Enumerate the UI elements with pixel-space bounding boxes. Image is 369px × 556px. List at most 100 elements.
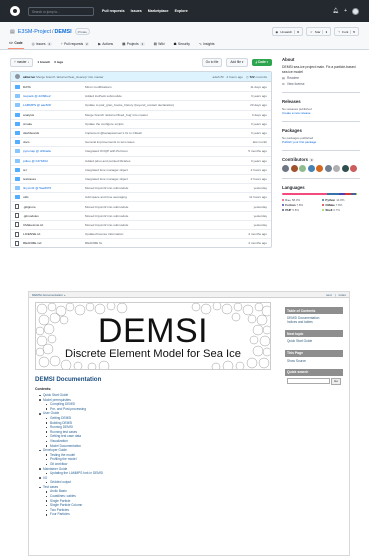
contributors-title[interactable]: Contributors 9 <box>282 157 360 163</box>
nav-marketplace[interactable]: Marketplace <box>148 9 169 13</box>
tab-wiki[interactable]: ▤ Wiki <box>153 39 166 49</box>
file-name[interactable]: utils <box>23 195 85 199</box>
file-commit-message[interactable]: Moved tinyxml2 into submodule <box>85 186 219 190</box>
publish-package-link[interactable]: Publish your first package <box>282 140 360 144</box>
file-row[interactable]: dashboards Implement @kanapetersen's fix … <box>11 127 271 137</box>
contributor-avatar[interactable] <box>290 165 298 173</box>
contributor-avatar[interactable] <box>324 165 332 173</box>
file-name[interactable]: LAMMPS @ aac6f1f <box>23 103 85 107</box>
file-commit-message[interactable]: Moved tinyxml2 into submodule <box>85 205 219 209</box>
code-download-button[interactable]: ⤓ Code ▾ <box>251 58 272 66</box>
contributor-avatar[interactable] <box>299 165 306 173</box>
file-row[interactable]: LICENSE.txt Updated license information 4 … <box>11 229 271 238</box>
commit-author-avatar[interactable] <box>15 74 20 79</box>
file-row[interactable]: analysis Merge branch 'akturner/fixed_bug… <box>11 109 271 119</box>
github-search-input[interactable]: Search or jump to... <box>28 6 94 16</box>
file-row[interactable]: DATA Minor modifications 11 days ago <box>11 82 271 91</box>
language-item[interactable]: PHP 5.8% <box>282 208 320 212</box>
file-row[interactable]: Icepack @ d239be2 Added IcePack submodule… <box>11 91 271 100</box>
sidebar-link-quick-start[interactable]: Quick Start Guide <box>287 339 341 343</box>
file-row[interactable]: docs General improvements to test cases la… <box>11 137 271 146</box>
file-commit-message[interactable]: Merge branch 'akturner/fixed_bug' into m… <box>85 113 219 117</box>
language-item[interactable]: Python 14.8% <box>322 198 360 202</box>
file-name[interactable]: docs <box>23 140 85 144</box>
file-commit-message[interactable]: Integrated OOQP with Perlmon <box>85 149 219 153</box>
file-name[interactable]: src <box>23 168 85 172</box>
file-row[interactable]: utils Add space and time averaging 11 hour… <box>11 192 271 201</box>
fork-button[interactable]: ⑂ Fork 5 <box>334 27 359 36</box>
tab-projects[interactable]: ▦ Projects 1 <box>121 39 146 49</box>
file-name[interactable]: Icepack @ d239be2 <box>23 94 85 98</box>
file-row[interactable]: pdtoo @ b37180d Added pdoo and pointed li… <box>11 155 271 165</box>
file-commit-message[interactable]: README fix <box>85 241 219 245</box>
tab-pull-requests[interactable]: ⑂ Pull requests 2 <box>60 39 91 49</box>
file-commit-message[interactable]: Updated license information <box>85 232 219 236</box>
file-row[interactable]: CMakeLists.txt Moved tinyxml2 into submod… <box>11 219 271 229</box>
nav-pull-requests[interactable]: Pull requests <box>102 9 125 13</box>
user-avatar[interactable] <box>352 7 359 15</box>
branch-selector[interactable]: ⑂ master ▾ <box>10 57 34 67</box>
file-commit-message[interactable]: Update to pair_gran_hooke_history (beyon… <box>85 103 219 107</box>
file-commit-message[interactable]: Add space and time averaging <box>85 195 219 199</box>
packages-title[interactable]: Packages <box>282 128 360 133</box>
repo-name-link[interactable]: DEMSI <box>55 29 72 35</box>
language-item[interactable]: CMake 7.8% <box>322 203 360 207</box>
file-row[interactable]: cmake Update the configure scripts 3 years… <box>11 118 271 128</box>
file-commit-message[interactable]: General improvements to test cases <box>85 140 219 144</box>
file-name[interactable]: README.md <box>23 241 85 245</box>
file-name[interactable]: LICENSE.txt <box>23 232 85 236</box>
contributor-avatar[interactable] <box>282 165 289 173</box>
file-row[interactable]: .gitignore Moved tinyxml2 into submodule y… <box>11 201 271 210</box>
readme-link[interactable]: ▤ Readme <box>282 76 360 80</box>
tags-link[interactable]: 0 tags <box>54 60 63 64</box>
file-commit-message[interactable]: Integrated time manager object <box>85 177 219 181</box>
add-file-button[interactable]: Add file ▾ <box>226 57 248 67</box>
file-name[interactable]: tinyxml2 @ 5ae8976 <box>23 186 85 190</box>
commit-message[interactable]: akturner Merge branch 'akturner/feat_cle… <box>23 75 103 79</box>
language-item[interactable]: Fortran 7.8% <box>282 203 320 207</box>
repo-owner-link[interactable]: E3SM-Project <box>18 29 51 35</box>
file-name[interactable]: .gitmodules <box>23 214 85 218</box>
file-commit-message[interactable]: Integrated time manager object <box>85 168 219 172</box>
contributor-avatar[interactable] <box>307 165 315 173</box>
file-row[interactable]: README.md README fix 4 months ago <box>11 238 271 247</box>
nav-issues[interactable]: Issues <box>131 9 142 13</box>
file-row[interactable]: testcases Integrated time manager object 2… <box>11 173 271 183</box>
file-row[interactable]: src Integrated time manager object 2 hours… <box>11 164 271 174</box>
bell-icon[interactable]: 🔔︎ <box>333 8 339 14</box>
file-row[interactable]: pyremap @ df1ba0e Integrated OOQP with Pe… <box>11 146 271 155</box>
file-name[interactable]: DATA <box>23 85 85 89</box>
file-commit-message[interactable]: Minor modifications <box>85 85 219 89</box>
file-commit-message[interactable]: Added IcePack submodule <box>85 94 219 98</box>
file-name[interactable]: pdtoo @ b37180d <box>23 159 85 163</box>
contributor-avatar[interactable] <box>341 165 349 173</box>
contributor-avatar[interactable] <box>350 165 357 173</box>
star-button[interactable]: ☆ Star 1 <box>306 27 332 36</box>
nav-explore[interactable]: Explore <box>175 9 188 13</box>
create-release-link[interactable]: Create a new release <box>282 111 360 115</box>
unwatch-button[interactable]: ◉ Unwatch 6 <box>271 27 304 36</box>
tab-security[interactable]: ☗ Security <box>173 39 191 49</box>
file-name[interactable]: testcases <box>23 177 85 181</box>
releases-title[interactable]: Releases <box>282 99 360 104</box>
file-row[interactable]: LAMMPS @ aac6f1f Update to pair_gran_hook… <box>11 100 271 109</box>
contributor-avatar[interactable] <box>316 165 323 173</box>
file-row[interactable]: .gitmodules Moved tinyxml2 into submodule… <box>11 210 271 220</box>
tab-issues[interactable]: ◎ Issues 4 <box>31 39 53 49</box>
file-name[interactable]: CMakeLists.txt <box>23 223 85 227</box>
license-link[interactable]: ⚖ View license <box>282 82 360 86</box>
file-name[interactable]: .gitignore <box>23 205 85 209</box>
file-commit-message[interactable]: Update the configure scripts <box>85 122 219 126</box>
docs-index-link[interactable]: index <box>339 293 346 297</box>
file-commit-message[interactable]: Moved tinyxml2 into submodule <box>85 214 219 218</box>
file-name[interactable]: analysis <box>23 113 85 117</box>
sidebar-link-indices[interactable]: Indices and tables <box>287 320 341 324</box>
quick-search-input[interactable] <box>287 377 330 384</box>
language-item[interactable]: Shell 0.7% <box>322 208 360 212</box>
tab-insights[interactable]: ∿ Insights <box>198 39 216 49</box>
file-commit-message[interactable]: Implement @kanapetersen's fix to CDash <box>85 131 219 135</box>
file-row[interactable]: tinyxml2 @ 5ae8976 Moved tinyxml2 into su… <box>11 183 271 192</box>
tab-actions[interactable]: ▶ Actions <box>97 39 114 49</box>
plus-icon[interactable]: + <box>344 8 347 14</box>
tab-code[interactable]: <> Code <box>8 39 24 49</box>
